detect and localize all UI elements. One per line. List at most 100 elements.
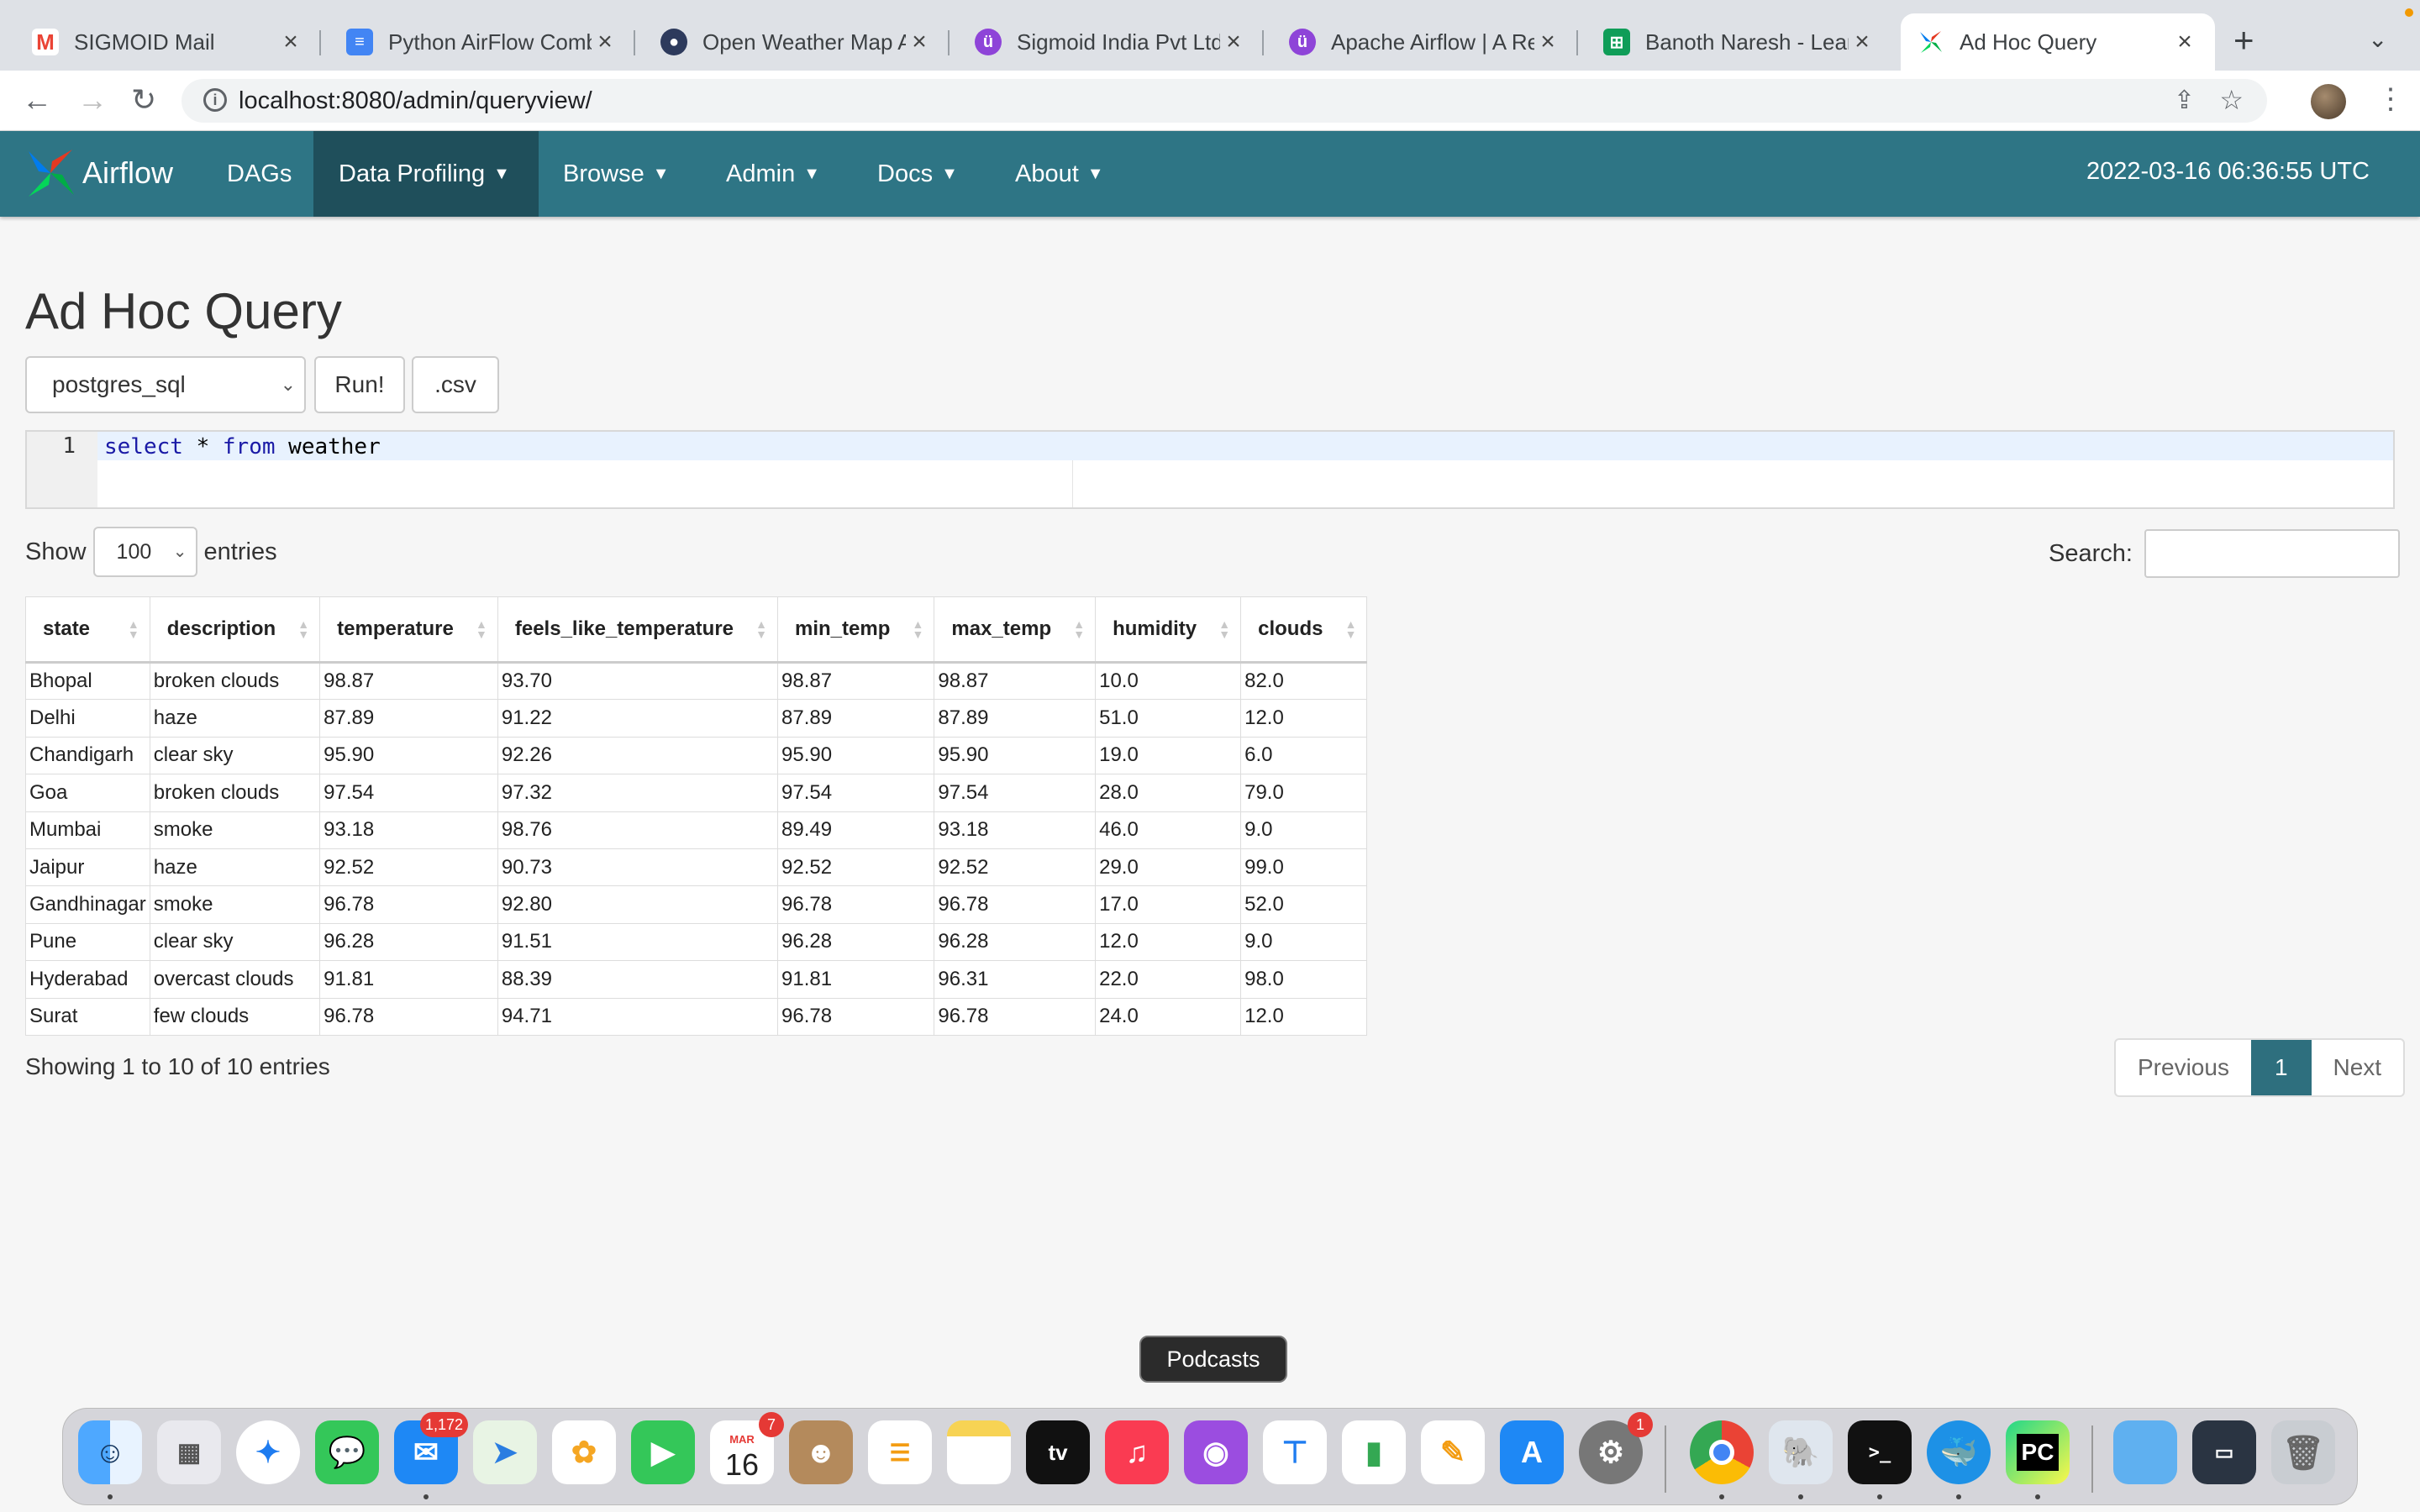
close-icon[interactable]: × xyxy=(277,28,304,56)
sql-token: weather xyxy=(275,434,381,459)
screenshot-icon[interactable]: ▭ xyxy=(2192,1420,2256,1484)
chrome-icon[interactable] xyxy=(1690,1420,1754,1484)
sql-editor[interactable]: 1 select * from weather xyxy=(25,430,2395,509)
close-icon[interactable]: × xyxy=(1849,28,1876,56)
folder-icon[interactable] xyxy=(2113,1420,2177,1484)
table-cell: 12.0 xyxy=(1240,699,1368,738)
nav-data-profiling[interactable]: Data Profiling ▼ xyxy=(313,131,539,217)
connection-select[interactable]: postgres_sql ⌄ xyxy=(25,356,306,413)
info-icon[interactable]: i xyxy=(203,88,227,112)
editor-gutter: 1 xyxy=(27,432,97,507)
column-header-min-temp[interactable]: min_temp ▲ ▼ xyxy=(777,596,935,664)
docker-icon[interactable]: 🐳 xyxy=(1927,1420,1991,1484)
tab-python-airflow[interactable]: ≡ Python AirFlow Comb × xyxy=(329,13,635,71)
chevron-down-icon[interactable]: ⌄ xyxy=(2368,25,2387,53)
facetime-icon[interactable]: ▶ xyxy=(631,1420,695,1484)
browser-menu-icon[interactable]: ⋮ xyxy=(2376,82,2405,116)
page-length-select[interactable]: 100 ⌄ xyxy=(92,527,197,577)
column-header-clouds[interactable]: clouds ▲ ▼ xyxy=(1240,596,1368,664)
nav-label: About xyxy=(1015,160,1079,187)
calendar-icon[interactable]: MAR 16 7 xyxy=(710,1412,784,1484)
nav-admin[interactable]: Admin ▼ xyxy=(701,131,845,217)
notes-icon[interactable] xyxy=(947,1420,1011,1484)
sort-icon: ▲ ▼ xyxy=(755,617,768,641)
column-header-humidity[interactable]: humidity ▲ ▼ xyxy=(1095,596,1242,664)
url-text[interactable]: localhost:8080/admin/queryview/ xyxy=(239,87,592,115)
keynote-icon[interactable]: ⊤ xyxy=(1263,1420,1327,1484)
table-cell: clear sky xyxy=(149,736,321,775)
launchpad-icon[interactable]: ▦ xyxy=(157,1420,221,1484)
table-cell: 96.78 xyxy=(934,997,1097,1036)
terminal-icon[interactable]: >_ xyxy=(1848,1420,1912,1484)
close-icon[interactable]: × xyxy=(1534,28,1561,56)
nav-label: Data Profiling xyxy=(339,160,486,187)
run-button[interactable]: Run! xyxy=(314,356,405,413)
url-field[interactable]: i localhost:8080/admin/queryview/ ⇪ ☆ xyxy=(182,79,2267,123)
tab-banoth-naresh[interactable]: ⊞ Banoth Naresh - Lear × xyxy=(1586,13,1892,71)
tab-title: Sigmoid India Pvt Ltd xyxy=(1017,29,1220,55)
reminders-icon[interactable]: ☰ xyxy=(868,1420,932,1484)
close-icon[interactable]: × xyxy=(906,28,933,56)
table-cell: 82.0 xyxy=(1240,661,1368,701)
table-cell: 97.54 xyxy=(934,774,1097,812)
pycharm-icon[interactable]: PC xyxy=(2006,1420,2070,1484)
csv-button[interactable]: .csv xyxy=(412,356,499,413)
table-cell: 96.28 xyxy=(777,922,935,962)
chevron-down-icon: ⌄ xyxy=(172,543,187,561)
column-header-feels-like-temperature[interactable]: feels_like_temperature ▲ ▼ xyxy=(497,596,779,664)
settings-icon[interactable]: ⚙ 1 xyxy=(1579,1412,1653,1484)
postgres-icon[interactable]: 🐘 xyxy=(1769,1420,1833,1484)
forward-arrow-icon[interactable]: → xyxy=(77,82,108,118)
show-label: Show xyxy=(25,538,87,565)
numbers-icon[interactable]: ▮ xyxy=(1342,1420,1406,1484)
photos-icon[interactable]: ✿ xyxy=(552,1420,616,1484)
page-1-button[interactable]: 1 xyxy=(2250,1040,2312,1095)
close-icon[interactable]: × xyxy=(1220,28,1247,56)
tab-open-weather[interactable]: ● Open Weather Map A × xyxy=(644,13,950,71)
safari-icon[interactable]: ✦ xyxy=(236,1420,300,1484)
sql-keyword: select xyxy=(104,434,183,459)
column-header-temperature[interactable]: temperature ▲ ▼ xyxy=(319,596,498,664)
table-cell: 97.54 xyxy=(777,774,935,812)
appstore-icon[interactable]: A xyxy=(1500,1420,1564,1484)
tv-icon[interactable]: tv xyxy=(1026,1420,1090,1484)
trash-icon[interactable]: 🗑 xyxy=(2271,1420,2335,1484)
contacts-icon[interactable]: ☻ xyxy=(789,1420,853,1484)
pages-icon[interactable]: ✎ xyxy=(1421,1420,1485,1484)
previous-button[interactable]: Previous xyxy=(2116,1040,2251,1095)
finder-icon[interactable]: ☺ xyxy=(78,1420,142,1484)
sql-query-text[interactable]: select * from weather xyxy=(104,434,381,459)
update-indicator xyxy=(2405,8,2413,17)
table-cell: Goa xyxy=(25,774,150,812)
column-header-description[interactable]: description ▲ ▼ xyxy=(149,596,321,664)
close-icon[interactable]: × xyxy=(2171,28,2198,56)
tab-sigmoid-india[interactable]: ü Sigmoid India Pvt Ltd × xyxy=(958,13,1264,71)
tab-sigmoid-mail[interactable]: M SIGMOID Mail × xyxy=(15,13,321,71)
maps-icon[interactable]: ➤ xyxy=(473,1420,537,1484)
messages-icon[interactable]: 💬 xyxy=(315,1420,379,1484)
tab-ad-hoc-query[interactable]: Ad Hoc Query × xyxy=(1901,13,2215,71)
music-icon[interactable]: ♫ xyxy=(1105,1420,1169,1484)
close-icon[interactable]: × xyxy=(592,28,618,56)
profile-avatar[interactable] xyxy=(2311,84,2346,119)
bookmark-star-icon[interactable]: ☆ xyxy=(2219,84,2244,116)
podcasts-icon[interactable]: ◉ xyxy=(1184,1420,1248,1484)
table-cell: 97.32 xyxy=(497,774,779,812)
new-tab-button[interactable]: + xyxy=(2233,20,2254,60)
results-body: Bhopal broken clouds 98.87 93.70 98.87 98.87 1… xyxy=(25,661,1368,1036)
nav-about[interactable]: About ▼ xyxy=(990,131,1129,217)
search-input[interactable] xyxy=(2144,529,2400,578)
reload-icon[interactable]: ↻ xyxy=(131,82,156,118)
column-header-state[interactable]: state ▲ ▼ xyxy=(25,596,150,664)
share-icon[interactable]: ⇪ xyxy=(2174,86,2195,115)
tab-apache-airflow[interactable]: ü Apache Airflow | A Re × xyxy=(1272,13,1578,71)
nav-dags[interactable]: DAGs xyxy=(202,131,317,217)
next-button[interactable]: Next xyxy=(2312,1040,2404,1095)
airflow-brand[interactable]: Airflow xyxy=(24,146,173,200)
nav-browse[interactable]: Browse ▼ xyxy=(538,131,695,217)
column-header-max-temp[interactable]: max_temp ▲ ▼ xyxy=(934,596,1097,664)
table-cell: 92.52 xyxy=(777,848,935,887)
mail-icon[interactable]: ✉ 1,172 xyxy=(394,1412,468,1484)
back-arrow-icon[interactable]: ← xyxy=(22,82,52,118)
nav-docs[interactable]: Docs ▼ xyxy=(852,131,983,217)
